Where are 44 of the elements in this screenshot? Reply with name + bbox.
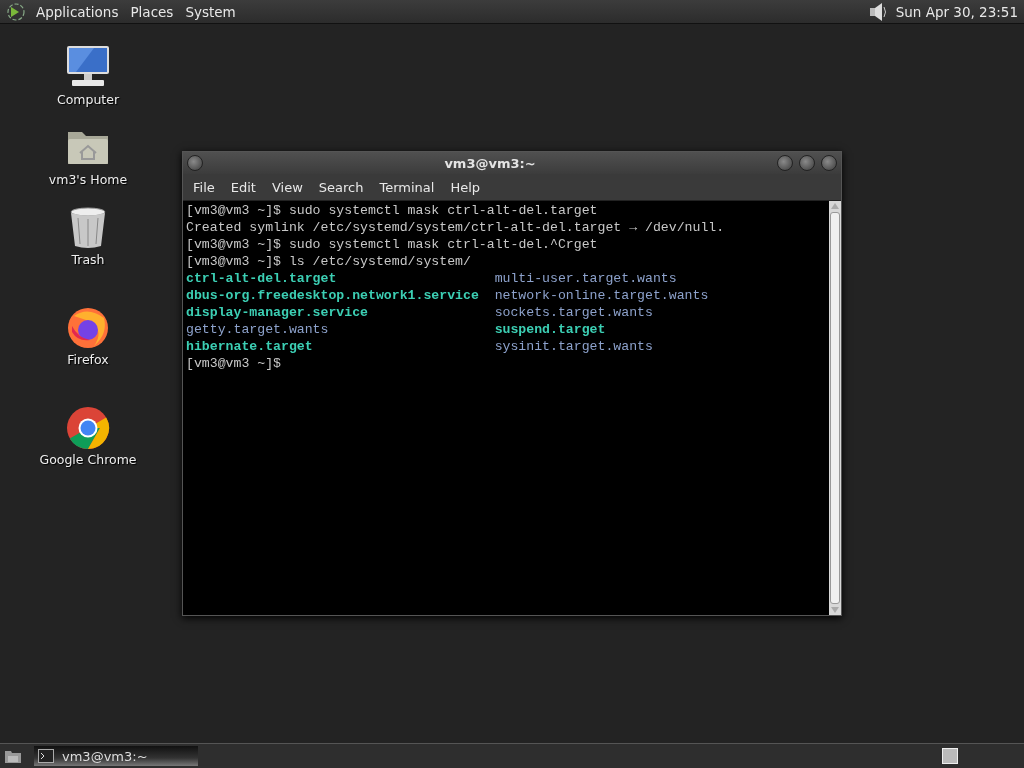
- listing-entry: hibernate.target: [186, 338, 314, 355]
- menu-item[interactable]: View: [264, 177, 310, 197]
- terminal-line: [vm3@vm3 ~]$: [186, 355, 282, 372]
- terminal-line: [vm3@vm3 ~]$ ls /etc/systemd/system/: [186, 253, 472, 270]
- workspace-switcher[interactable]: [942, 748, 958, 764]
- terminal-line: Created symlink /etc/systemd/system/ctrl-alt-del.target → /dev/null.: [186, 219, 726, 236]
- speaker-icon[interactable]: [867, 0, 888, 23]
- desktop-icon-label[interactable]: Firefox: [67, 352, 109, 367]
- terminal-icon: [38, 749, 54, 763]
- panel-menu[interactable]: System: [183, 3, 238, 20]
- terminal-line: [vm3@vm3 ~]$ sudo systemctl mask ctrl-alt-del.^Crget: [186, 236, 599, 253]
- window-menu-button[interactable]: [187, 155, 203, 171]
- desktop-icon-label[interactable]: Google Chrome: [39, 452, 137, 467]
- desktop-icon-label[interactable]: vm3's Home: [48, 172, 128, 187]
- taskbar-button[interactable]: vm3@vm3:~: [34, 746, 198, 766]
- listing-entry: multi-user.target.wants: [494, 270, 678, 287]
- clock[interactable]: Sun Apr 30, 23:51: [895, 3, 1018, 20]
- menu-item[interactable]: Help: [443, 177, 488, 197]
- maximize-button[interactable]: [799, 155, 815, 171]
- terminal-line: [vm3@vm3 ~]$ sudo systemctl mask ctrl-alt-del.target: [186, 202, 599, 219]
- listing-entry: dbus-org.freedesktop.network1.service: [186, 287, 480, 304]
- menu-item[interactable]: Edit: [223, 177, 263, 197]
- window-title: vm3@vm3:~: [444, 155, 536, 171]
- minimize-button[interactable]: [777, 155, 793, 171]
- listing-entry: sockets.target.wants: [494, 304, 654, 321]
- listing-entry: ctrl-alt-del.target: [186, 270, 338, 287]
- listing-entry: sysinit.target.wants: [494, 338, 654, 355]
- listing-entry: network-online.target.wants: [494, 287, 710, 304]
- desktop-icon-label[interactable]: Computer: [56, 92, 120, 107]
- listing-entry: suspend.target: [494, 321, 607, 338]
- browser-icon[interactable]: [64, 404, 112, 452]
- panel-menu[interactable]: Applications: [34, 3, 121, 20]
- close-button[interactable]: [821, 155, 837, 171]
- scrollbar-thumb[interactable]: [830, 212, 840, 604]
- desktop-icon-label[interactable]: Trash: [71, 252, 105, 267]
- menu-item[interactable]: Search: [311, 177, 371, 197]
- panel-menu[interactable]: Places: [128, 3, 176, 20]
- listing-entry: getty.target.wants: [186, 321, 330, 338]
- menu-item[interactable]: Terminal: [372, 177, 442, 197]
- listing-entry: display-manager.service: [186, 304, 370, 321]
- distro-logo-icon[interactable]: [6, 1, 26, 22]
- menu-item[interactable]: File: [186, 177, 222, 197]
- scrollbar[interactable]: [829, 201, 841, 615]
- show-desktop-icon[interactable]: [4, 748, 22, 764]
